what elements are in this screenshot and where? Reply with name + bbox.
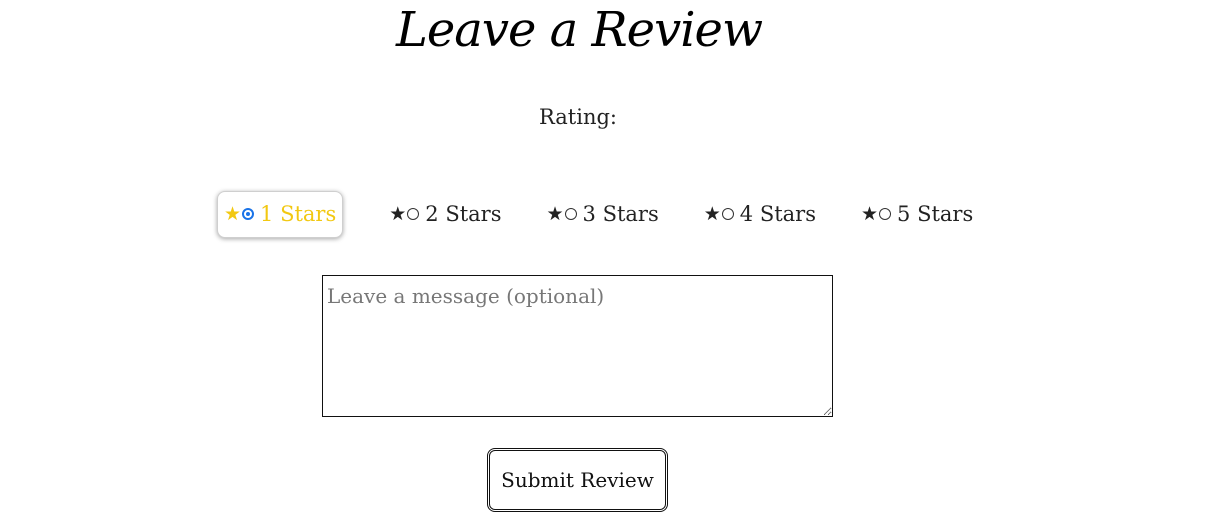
rating-option-label: 2 Stars <box>425 202 502 226</box>
submit-review-button[interactable]: Submit Review <box>487 448 668 512</box>
rating-option-label: 1 Stars <box>260 202 337 226</box>
rating-option-4-stars[interactable]: ★ 4 Stars <box>698 191 822 238</box>
rating-option-5-stars[interactable]: ★ 5 Stars <box>855 191 979 238</box>
radio-button[interactable] <box>407 208 420 220</box>
star-icon: ★ <box>389 203 407 225</box>
rating-option-2-stars[interactable]: ★ 2 Stars <box>383 191 507 238</box>
rating-label: Rating: <box>538 105 617 129</box>
star-icon: ★ <box>861 203 879 225</box>
radio-button[interactable] <box>879 208 892 220</box>
radio-button[interactable] <box>242 208 255 220</box>
page-title: Leave a Review <box>395 2 763 58</box>
rating-option-label: 4 Stars <box>739 202 816 226</box>
star-icon: ★ <box>546 203 564 225</box>
star-icon: ★ <box>224 203 242 225</box>
star-icon: ★ <box>703 203 721 225</box>
rating-option-3-stars[interactable]: ★ 3 Stars <box>541 191 665 238</box>
message-input[interactable] <box>322 275 833 417</box>
rating-option-label: 5 Stars <box>897 202 974 226</box>
radio-button[interactable] <box>564 208 577 220</box>
rating-options: ★ 1 Stars ★ 2 Stars ★ 3 Stars ★ 4 Stars … <box>217 190 1012 238</box>
rating-option-1-star[interactable]: ★ 1 Stars <box>217 190 344 238</box>
rating-option-label: 3 Stars <box>582 202 659 226</box>
radio-button[interactable] <box>721 208 734 220</box>
